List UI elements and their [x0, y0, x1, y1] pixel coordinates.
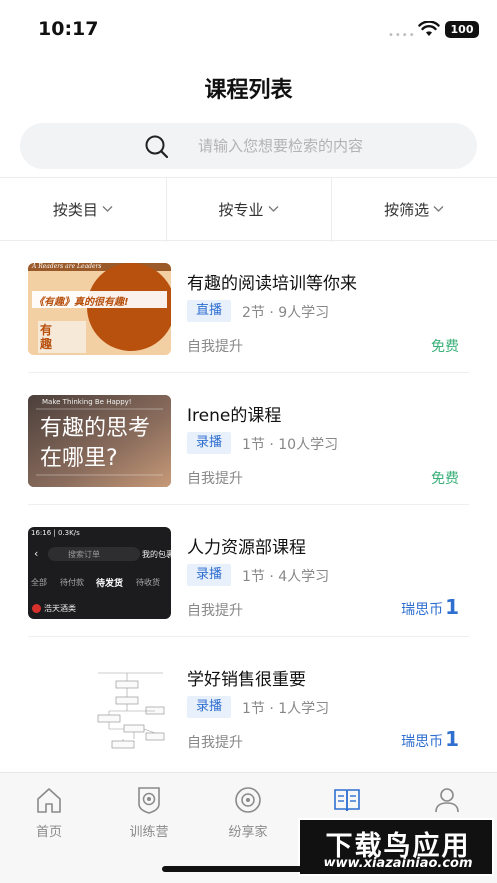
- course-category: 自我提升: [187, 735, 243, 751]
- tab-camp[interactable]: 训练营: [109, 785, 189, 840]
- page-title: 课程列表: [204, 78, 293, 103]
- course-category: 自我提升: [187, 603, 243, 619]
- course-title: 人力资源部课程: [187, 538, 306, 558]
- filter-bar: 按类目 按专业 按筛选: [0, 177, 497, 242]
- thumb-shop: 浩天酒类: [44, 604, 76, 613]
- user-icon: [435, 788, 459, 813]
- thumb-side-text: 有趣: [40, 323, 53, 351]
- thumb-search-text: 搜索订单: [68, 550, 100, 559]
- chevron-down-icon: [102, 206, 113, 212]
- thumb-line1: 有趣的思考: [40, 416, 151, 441]
- filter-major[interactable]: 按专业: [165, 178, 332, 242]
- coin-value: 1: [445, 595, 459, 619]
- course-meta: 1节 · 4人学习: [242, 569, 330, 585]
- thumb-main-text: 《有趣》真的很有趣!: [34, 297, 129, 308]
- disc-icon: [235, 787, 261, 813]
- course-type-badge: 录播: [187, 564, 232, 586]
- coin-label: 瑞思币: [401, 734, 444, 750]
- course-thumbnail: A Readers are Leaders 《有趣》真的很有趣! 有趣: [28, 263, 171, 355]
- battery-icon: 100: [445, 21, 479, 38]
- home-icon: [37, 788, 61, 813]
- chevron-down-icon: [433, 206, 444, 212]
- chevron-down-icon: [268, 206, 278, 212]
- signal-dots-icon: ••••: [388, 30, 416, 41]
- course-thumbnail: [28, 659, 171, 751]
- course-price: 瑞思币 1: [401, 727, 459, 751]
- coin-label: 瑞思币: [401, 602, 444, 618]
- search-bar[interactable]: [20, 123, 477, 169]
- book-icon: [334, 789, 360, 812]
- thumb-top-text: A Readers are Leaders: [32, 263, 102, 270]
- tab-home[interactable]: 首页: [9, 785, 89, 840]
- tab-share-label: 纷享家: [228, 825, 268, 840]
- tab-home-label: 首页: [35, 825, 62, 840]
- course-thumbnail: Make Thinking Be Happy! 有趣的思考 在哪里?: [28, 395, 171, 487]
- course-title: Irene的课程: [187, 406, 282, 426]
- tab-camp-label: 训练营: [129, 825, 169, 840]
- course-meta: 2节 · 9人学习: [242, 305, 330, 321]
- filter-category[interactable]: 按类目: [0, 178, 166, 240]
- course-category: 自我提升: [187, 471, 243, 487]
- course-type-badge: 直播: [187, 300, 232, 322]
- thumb-tab: 待付款: [60, 578, 84, 587]
- search-input[interactable]: [198, 133, 458, 159]
- course-item[interactable]: 学好销售很重要 录播 1节 · 1人学习 自我提升 瑞思币 1: [0, 637, 497, 769]
- tab-share[interactable]: 纷享家: [208, 785, 288, 840]
- home-indicator[interactable]: [162, 866, 334, 872]
- flowchart-thumbnail-art: [97, 672, 165, 749]
- thumb-mine: 我的包裹: [142, 550, 171, 559]
- course-title: 学好销售很重要: [187, 670, 306, 690]
- thumb-tab: 待收货: [136, 578, 160, 587]
- thumb-back-icon: ‹: [34, 547, 39, 560]
- coin-value: 1: [445, 727, 459, 751]
- status-bar: 10:17 •••• 100: [0, 0, 497, 58]
- course-item[interactable]: Make Thinking Be Happy! 有趣的思考 在哪里? Irene…: [0, 373, 497, 505]
- course-thumbnail: 16:16 | 0.3K/s ‹ 搜索订单 我的包裹 全部 待付款 待发货 待收…: [28, 527, 171, 619]
- thumb-status: 16:16 | 0.3K/s: [31, 529, 80, 537]
- course-price: 免费: [431, 339, 459, 355]
- thumb-line2: 在哪里?: [40, 446, 118, 471]
- course-meta: 1节 · 1人学习: [242, 701, 330, 717]
- course-type-badge: 录播: [187, 432, 232, 454]
- filter-category-label: 按类目: [52, 200, 98, 219]
- filter-screen[interactable]: 按筛选: [331, 178, 497, 242]
- thumb-shop-icon: [32, 604, 41, 613]
- status-time: 10:17: [38, 18, 99, 40]
- thumb-tab: 全部: [31, 578, 47, 587]
- course-item[interactable]: 16:16 | 0.3K/s ‹ 搜索订单 我的包裹 全部 待付款 待发货 待收…: [0, 505, 497, 637]
- course-item[interactable]: A Readers are Leaders 《有趣》真的很有趣! 有趣 有趣的阅…: [0, 241, 497, 373]
- wifi-icon: [418, 21, 440, 36]
- course-meta: 1节 · 10人学习: [242, 437, 339, 453]
- course-title: 有趣的阅读培训等你来: [187, 274, 357, 294]
- filter-screen-label: 按筛选: [384, 200, 430, 219]
- course-type-badge: 录播: [187, 696, 232, 718]
- search-icon: [145, 135, 169, 159]
- course-price: 瑞思币 1: [401, 595, 459, 619]
- target-badge-icon: [138, 787, 160, 814]
- course-price: 免费: [431, 471, 459, 487]
- thumb-tab: 待发货: [96, 579, 124, 589]
- filter-major-label: 按专业: [218, 200, 264, 219]
- course-category: 自我提升: [187, 339, 243, 355]
- thumb-top-text: Make Thinking Be Happy!: [42, 398, 132, 406]
